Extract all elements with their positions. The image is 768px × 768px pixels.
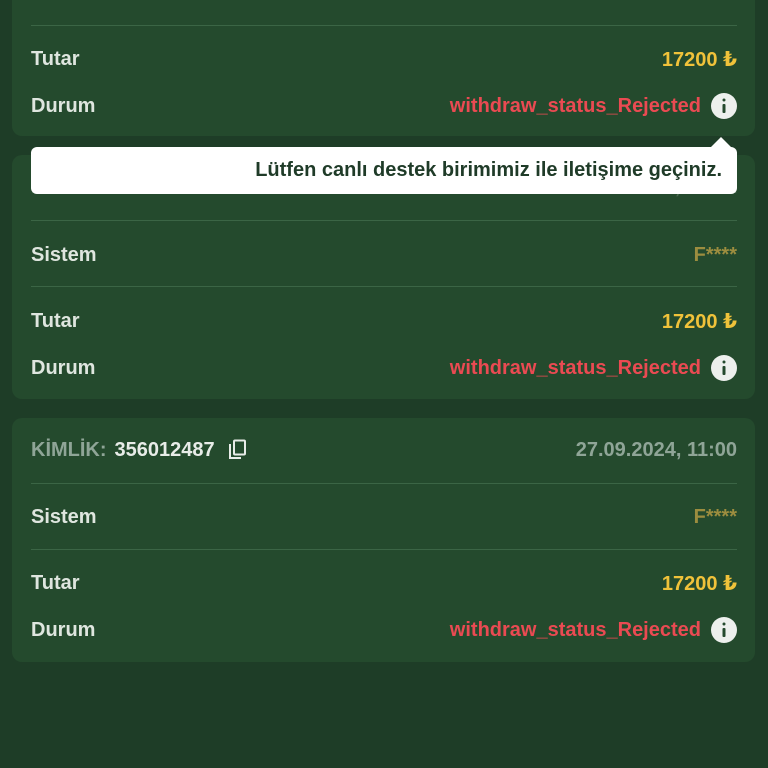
- system-value: F****: [693, 243, 737, 266]
- amount-row: Tutar 17200 ₺: [31, 306, 737, 336]
- tooltip-text: Lütfen canlı destek birimimiz ile iletiş…: [255, 159, 722, 181]
- amount-value: 17200 ₺: [661, 310, 737, 333]
- id-group: KİMLİK: 356012487: [31, 439, 247, 462]
- card-header-row: KİMLİK: 356012487 27.09.2024, 11:00: [31, 435, 737, 465]
- divider: [31, 483, 737, 484]
- divider: [31, 286, 737, 287]
- system-label: Sistem: [31, 0, 97, 3]
- system-row: Sistem F****: [31, 240, 737, 270]
- status-tooltip: Lütfen canlı destek birimimiz ile iletiş…: [31, 137, 737, 194]
- date-value: 27.09.2024, 11:00: [575, 438, 737, 461]
- status-label: Durum: [31, 356, 96, 379]
- id-label: KİMLİK:: [31, 438, 107, 461]
- status-group: withdraw_status_Rejected: [450, 93, 737, 119]
- status-label: Durum: [31, 618, 96, 641]
- amount-label: Tutar: [31, 309, 80, 332]
- info-icon[interactable]: [711, 93, 737, 119]
- info-icon[interactable]: [711, 617, 737, 643]
- status-group: withdraw_status_Rejected: [450, 355, 737, 381]
- divider: [31, 25, 737, 26]
- system-row: Sistem F****: [31, 502, 737, 532]
- withdraw-history-page: Sistem Tutar 17200 ₺ Durum withdraw_stat…: [0, 0, 768, 768]
- withdraw-card: Sistem Tutar 17200 ₺ Durum withdraw_stat…: [12, 0, 755, 136]
- amount-label: Tutar: [31, 47, 80, 70]
- id-value: 356012487: [114, 438, 215, 461]
- status-label: Durum: [31, 94, 96, 117]
- status-value: withdraw_status_Rejected: [449, 94, 701, 117]
- amount-value: 17200 ₺: [661, 572, 737, 595]
- info-icon[interactable]: [711, 355, 737, 381]
- status-row: Durum withdraw_status_Rejected: [31, 615, 737, 645]
- status-row: Durum withdraw_status_Rejected: [31, 91, 737, 121]
- status-value: withdraw_status_Rejected: [449, 618, 701, 641]
- divider: [31, 549, 737, 550]
- system-value: F****: [693, 505, 737, 528]
- amount-row: Tutar 17200 ₺: [31, 568, 737, 598]
- amount-row: Tutar 17200 ₺: [31, 44, 737, 74]
- system-row: Sistem: [31, 0, 737, 6]
- withdraw-card: KİMLİK: 356012487 27.09.2024, 11:00 Sist…: [12, 418, 755, 662]
- copy-icon[interactable]: [227, 439, 247, 461]
- status-group: withdraw_status_Rejected: [450, 617, 737, 643]
- divider: [31, 220, 737, 221]
- system-label: Sistem: [31, 243, 97, 266]
- status-value: withdraw_status_Rejected: [449, 356, 701, 379]
- tooltip-arrow: [711, 137, 731, 147]
- amount-value: 17200 ₺: [661, 48, 737, 71]
- status-row: Durum withdraw_status_Rejected: [31, 353, 737, 383]
- system-label: Sistem: [31, 505, 97, 528]
- amount-label: Tutar: [31, 571, 80, 594]
